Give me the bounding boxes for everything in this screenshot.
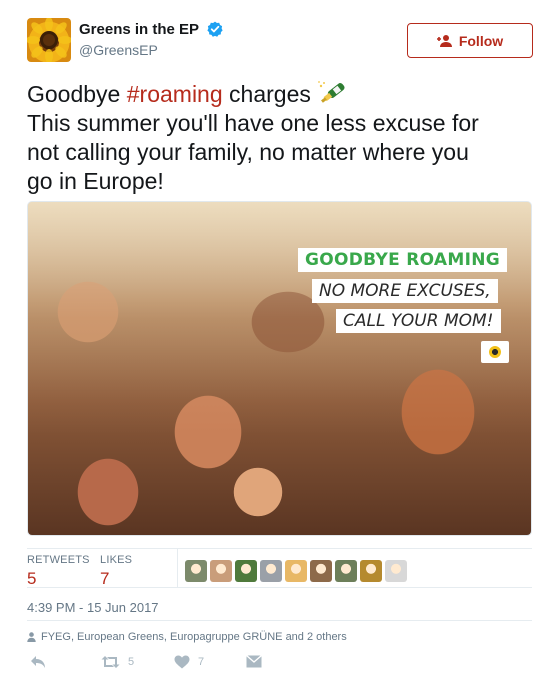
tweet-text: Goodbye #roaming charges This summer you… <box>27 80 527 196</box>
retweet-button[interactable]: 5 <box>101 655 134 669</box>
tweet-line-4: go in Europe! <box>27 168 164 194</box>
user-handle[interactable]: @GreensEP <box>79 42 223 58</box>
social-context-text: FYEG, European Greens, Europagruppe GRÜN… <box>41 631 347 643</box>
banner-no-more-excuses: NO MORE EXCUSES, <box>312 279 498 303</box>
liker-avatar[interactable] <box>335 560 357 582</box>
stats-divider <box>177 549 178 587</box>
envelope-icon <box>246 655 262 668</box>
banner-goodbye-roaming: GOODBYE ROAMING <box>298 248 508 272</box>
retweet-count: 5 <box>128 656 135 668</box>
reply-button[interactable] <box>30 655 46 669</box>
likes-label: LIKES <box>100 554 133 566</box>
tweet-media-image[interactable]: GOODBYE ROAMING NO MORE EXCUSES, CALL YO… <box>27 201 532 536</box>
liker-avatar[interactable] <box>310 560 332 582</box>
tweet-line-2: This summer you'll have one less excuse … <box>27 110 479 136</box>
retweets-stat[interactable]: RETWEETS 5 <box>27 554 90 589</box>
direct-message-button[interactable] <box>246 655 262 668</box>
add-user-icon <box>436 34 452 47</box>
separator <box>27 620 532 621</box>
liker-avatar[interactable] <box>235 560 257 582</box>
tweet-line-1-suffix: charges <box>222 81 318 107</box>
heart-icon <box>174 655 190 669</box>
like-count: 7 <box>198 656 205 668</box>
liker-avatar[interactable] <box>260 560 282 582</box>
user-name-block[interactable]: Greens in the EP @GreensEP <box>79 21 223 58</box>
tweet-line-1-prefix: Goodbye <box>27 81 127 107</box>
likes-count: 7 <box>100 569 110 588</box>
display-name[interactable]: Greens in the EP <box>79 21 199 38</box>
retweets-label: RETWEETS <box>27 554 90 566</box>
tweet-actions: 5 7 <box>27 655 327 673</box>
greens-logo-icon <box>481 341 509 363</box>
liker-avatar[interactable] <box>285 560 307 582</box>
likes-stat[interactable]: LIKES 7 <box>100 554 132 589</box>
champagne-bottle-icon <box>318 81 345 103</box>
tweet-stats: RETWEETS 5 LIKES 7 <box>27 548 532 588</box>
liker-avatar[interactable] <box>385 560 407 582</box>
user-avatar[interactable] <box>27 18 71 62</box>
liker-avatar[interactable] <box>360 560 382 582</box>
retweets-count: 5 <box>27 569 37 588</box>
retweet-icon <box>101 656 120 668</box>
sunflower-logo-icon <box>27 18 71 62</box>
liker-avatars <box>185 560 407 582</box>
banner-call-your-mom: CALL YOUR MOM! <box>336 309 501 333</box>
hashtag-link[interactable]: #roaming <box>127 81 223 107</box>
verified-badge-icon <box>206 21 223 37</box>
person-icon <box>27 632 36 642</box>
liker-avatar[interactable] <box>210 560 232 582</box>
social-context[interactable]: FYEG, European Greens, Europagruppe GRÜN… <box>27 631 347 643</box>
tweet-line-3: not calling your family, no matter where… <box>27 139 469 165</box>
follow-button-label: Follow <box>458 32 504 49</box>
like-button[interactable]: 7 <box>174 655 204 669</box>
tweet-header: Greens in the EP @GreensEP Follow <box>27 18 533 68</box>
follow-button[interactable]: Follow <box>407 23 533 58</box>
tweet-timestamp[interactable]: 4:39 PM - 15 Jun 2017 <box>27 600 159 615</box>
reply-icon <box>31 656 45 668</box>
liker-avatar[interactable] <box>185 560 207 582</box>
tweet-line-1: Goodbye #roaming charges <box>27 80 527 109</box>
